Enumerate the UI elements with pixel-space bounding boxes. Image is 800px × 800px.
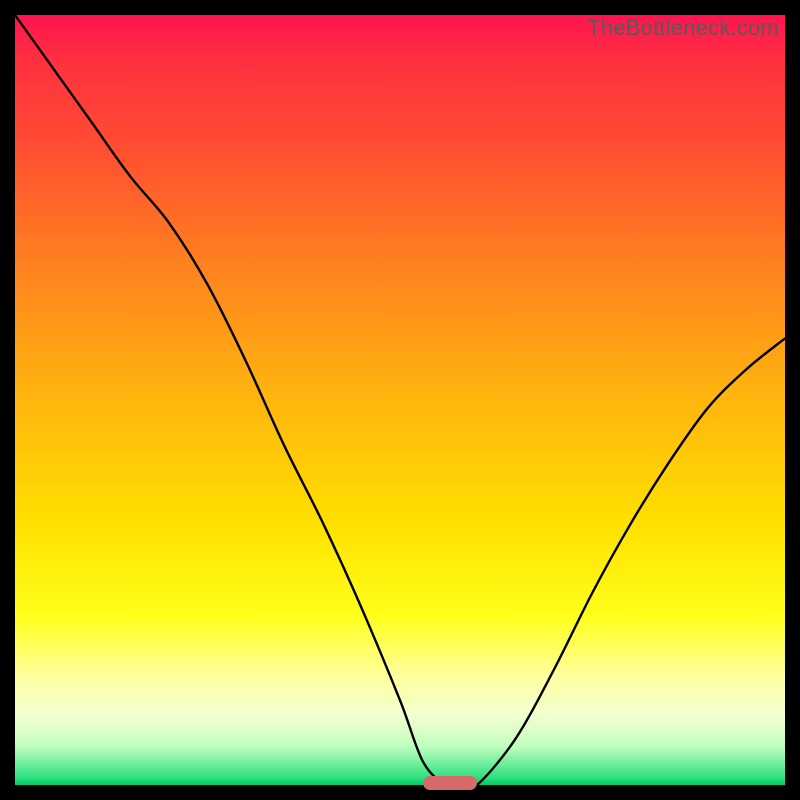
bottleneck-curve (15, 15, 785, 785)
watermark-text: TheBottleneck.com (587, 15, 779, 41)
chart-frame: TheBottleneck.com (0, 0, 800, 800)
optimum-marker (423, 776, 477, 790)
plot-area: TheBottleneck.com (15, 15, 785, 785)
curve-path (15, 15, 785, 785)
